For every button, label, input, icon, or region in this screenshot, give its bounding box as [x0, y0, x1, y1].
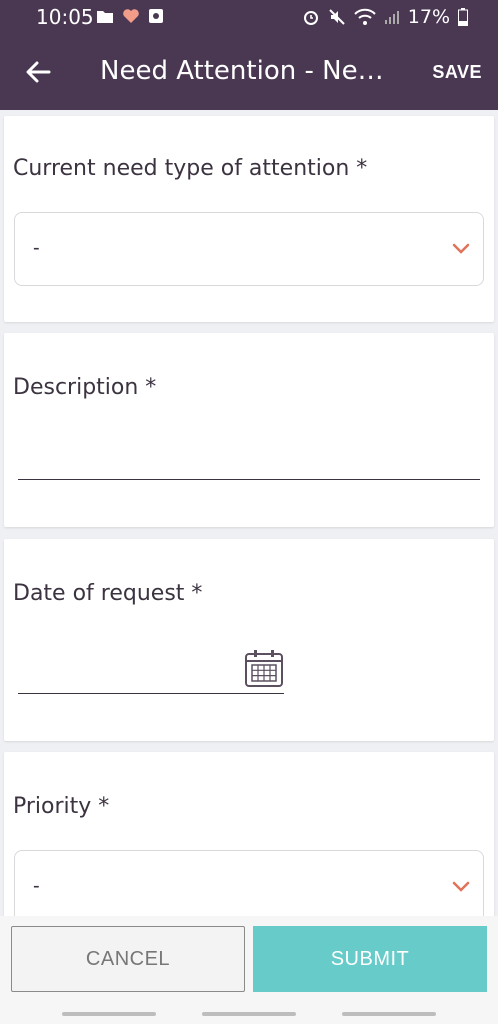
- status-right: 17%: [302, 6, 468, 28]
- nav-home-button[interactable]: [202, 1012, 296, 1016]
- description-underline: [18, 479, 480, 480]
- priority-value: -: [33, 875, 40, 897]
- save-button[interactable]: SAVE: [432, 62, 482, 83]
- submit-button[interactable]: SUBMIT: [253, 926, 487, 992]
- page-title: Need Attention - New...: [100, 56, 390, 86]
- notification-icons: [96, 8, 164, 24]
- description-input[interactable]: [18, 437, 480, 477]
- battery-percent: 17%: [407, 6, 450, 28]
- cancel-button[interactable]: CANCEL: [11, 926, 245, 992]
- chevron-down-icon: [452, 243, 470, 254]
- app-bar: Need Attention - New... SAVE: [0, 34, 498, 110]
- calendar-icon[interactable]: [244, 649, 284, 689]
- battery-icon: [458, 8, 468, 26]
- need-type-value: -: [33, 237, 40, 259]
- mute-icon: [329, 9, 345, 25]
- priority-select[interactable]: -: [14, 850, 484, 924]
- date-underline: [18, 693, 284, 694]
- status-bar: 10:05 17%: [0, 0, 498, 34]
- status-time: 10:05: [36, 5, 94, 29]
- alarm-icon: [303, 11, 318, 25]
- need-type-label: Current need type of attention *: [13, 156, 368, 181]
- description-label: Description *: [13, 375, 157, 400]
- need-type-select[interactable]: -: [14, 212, 484, 286]
- chevron-down-icon: [452, 881, 470, 892]
- description-card: Description *: [4, 333, 494, 527]
- folder-icon: [97, 10, 113, 23]
- date-card: Date of request *: [4, 539, 494, 741]
- nav-back-button[interactable]: [342, 1012, 436, 1016]
- heart-icon: [123, 9, 139, 23]
- signal-icon: [384, 11, 399, 24]
- date-input[interactable]: [18, 647, 238, 691]
- bottom-action-bar: CANCEL SUBMIT: [0, 916, 498, 1024]
- back-button[interactable]: [18, 54, 58, 90]
- nav-recents-button[interactable]: [62, 1012, 156, 1016]
- app-icon: [149, 9, 163, 23]
- arrow-left-icon: [26, 61, 51, 83]
- priority-label: Priority *: [13, 794, 110, 819]
- date-label: Date of request *: [13, 581, 203, 606]
- need-type-card: Current need type of attention * -: [4, 116, 494, 322]
- wifi-icon: [354, 8, 376, 25]
